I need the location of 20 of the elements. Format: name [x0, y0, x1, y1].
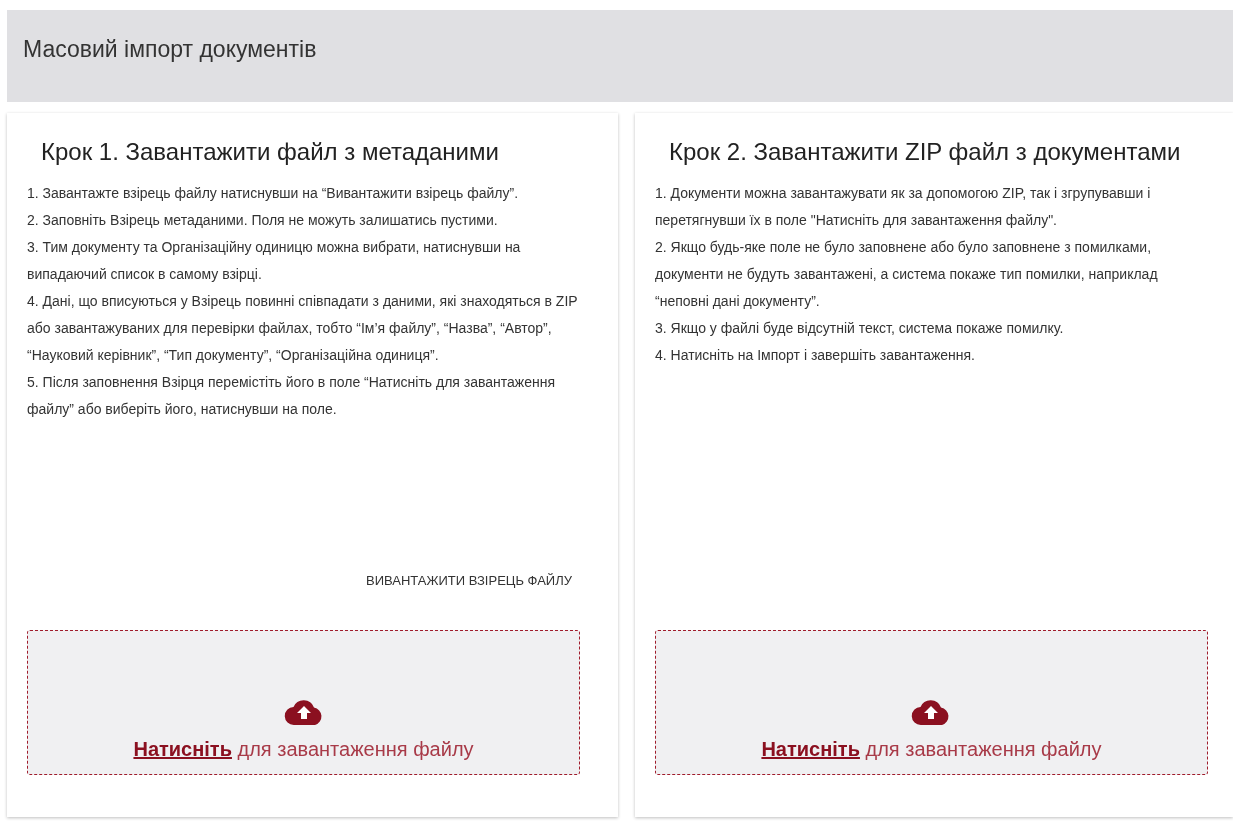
instruction-text: 4. Дані, що вписуються у Взірець повинні співпадати з даними, які знаходяться в ZIP або завантажуваних для перевірки файлах, тобто “Ім’я файлу”, “Назва”, “Автор”, “Науковий керівник”, “Тип документу”, “Організаційна одиниця”.	[27, 292, 579, 365]
upload-link[interactable]: Натисніть	[761, 738, 860, 760]
page-title: Масовий імпорт документів	[23, 35, 318, 64]
step-title: Крок 1. Завантажити файл з метаданими	[41, 137, 500, 167]
instruction-text: 5. Після заповнення Взірця перемістіть його в поле “Натисніть для завантаження файлу” або виберіть його, натиснувши на поле.	[27, 373, 557, 419]
step-title: Крок 2. Завантажити ZIP файл з документами	[669, 137, 1182, 167]
upload-hint: Натисніть для завантаження файлу	[761, 737, 1102, 762]
instruction-text: 4. Натисніть на Імпорт і завершіть завантаження.	[655, 346, 976, 365]
cloud-upload-icon	[283, 698, 324, 726]
instruction-text: 1. Документи можна завантажувати як за допомогою ZIP, так і згрупувавши і перетягнувши їх в поле "Натисніть для завантаження файлу".	[655, 184, 1152, 230]
instruction-text: 2. Якщо будь-яке поле не було заповнене або було заповнене з помилками, документи не будуть завантажені, а система покаже тип помилки, наприклад “неповні дані документу”.	[655, 238, 1159, 311]
file-drop-zone[interactable]: Натисніть для завантаження файлу	[655, 630, 1208, 775]
instruction-text: 2. Заповніть Взірець метаданими. Поля не можуть залишатись пустими.	[27, 211, 499, 230]
upload-hint: Натисніть для завантаження файлу	[133, 737, 474, 762]
file-drop-zone[interactable]: Натисніть для завантаження файлу	[27, 630, 580, 775]
instruction-text: 1. Завантажте взірець файлу натиснувши на “Вивантажити взірець файлу”.	[27, 184, 520, 203]
instruction-text: 3. Тим документу та Організаційну одиницю можна вибрати, натиснувши на випадаючий список в самому взірці.	[27, 238, 522, 284]
upload-link[interactable]: Натисніть	[133, 738, 232, 760]
instruction-text: 3. Якщо у файлі буде відсутній текст, система покаже помилку.	[655, 319, 1065, 338]
download-template-button[interactable]: ВИВАНТАЖИТИ ВЗІРЕЦЬ ФАЙЛУ	[358, 566, 580, 594]
